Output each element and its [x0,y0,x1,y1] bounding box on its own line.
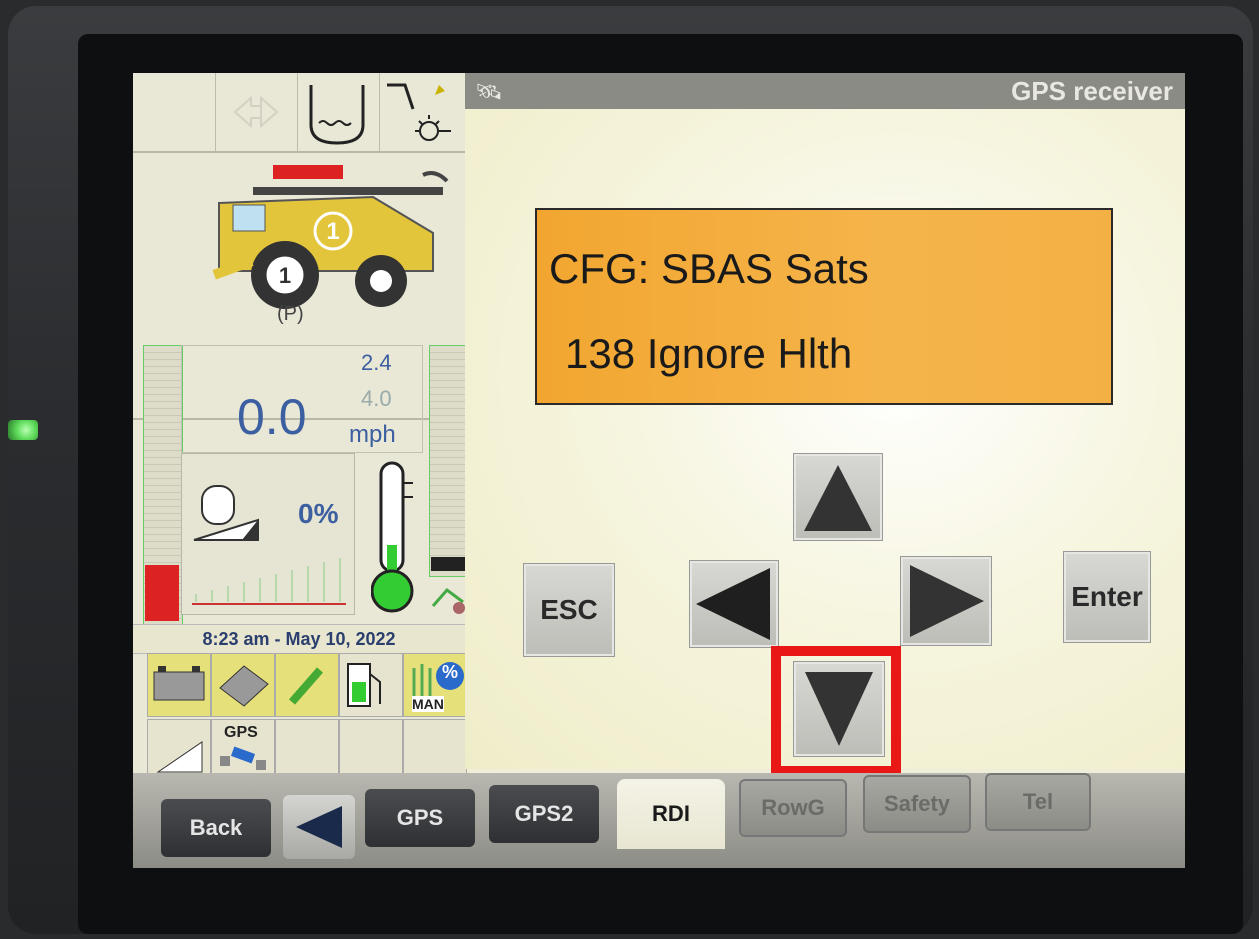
unload-light-icon[interactable] [379,73,461,151]
triangle-left-icon [296,806,342,848]
highlight-box [771,646,901,776]
tab-gps2-label: GPS2 [514,801,574,826]
thermometer-icon[interactable] [370,461,421,626]
screen: 1 1 (P) 0.0 2.4 4.0 mph 0% 8:23 am - May… [133,73,1185,868]
display-line-2: 138 Ignore Hlth [565,330,853,377]
arrow-right-icon [910,565,984,637]
yield-monitor-icon[interactable] [211,653,275,717]
engine-load-percent: 0% [298,498,339,529]
tab-gps[interactable]: GPS [365,789,475,847]
header-number: 1 [278,263,292,288]
battery-icon[interactable] [147,653,211,717]
fuel-level-icon [145,565,179,621]
esc-button[interactable]: ESC [523,563,615,657]
top-icon-row [133,73,465,153]
speed-unit: mph [349,421,396,448]
back-label: Back [189,815,243,840]
satellite-icon: 🛰 [475,79,503,104]
tab-gps-label: GPS [396,805,444,830]
speed-secondary: 4.0 [361,386,392,411]
power-led [8,420,38,440]
tab-tel-label: Tel [1022,789,1054,814]
esc-label: ESC [540,594,598,625]
crop-settings-icon[interactable]: % MAN [403,653,467,717]
right-arrow-button[interactable] [900,556,992,646]
blank-tile [133,73,216,151]
arrow-left-icon [696,568,770,640]
tab-rdi-label: RDI [652,801,690,826]
left-panel: 1 1 (P) 0.0 2.4 4.0 mph 0% 8:23 am - May… [133,73,469,783]
tab-bar: Back GPS GPS2 RDI RowG Safety Tel [133,773,1185,868]
tab-safety-label: Safety [883,791,951,816]
hydraulics-icon [429,578,469,618]
fuel-pump-icon[interactable] [339,653,403,717]
panel-title: GPS receiver [1011,76,1173,106]
park-indicator: (P) [277,303,304,325]
tab-gps2[interactable]: GPS2 [489,785,599,843]
date-time: 8:23 am - May 10, 2022 [133,624,465,654]
enter-label: Enter [1071,581,1143,612]
gps-label: GPS [224,724,258,741]
display-line-1: CFG: SBAS Sats [549,245,869,292]
up-arrow-button[interactable] [793,453,883,541]
back-button[interactable]: Back [161,799,271,857]
tab-safety[interactable]: Safety [863,775,971,833]
config-display: CFG: SBAS Sats 138 Ignore Hlth [535,208,1113,405]
enter-button[interactable]: Enter [1063,551,1151,643]
tab-tel[interactable]: Tel [985,773,1091,831]
engine-icon [201,485,235,525]
right-level-bar [429,345,469,577]
svg-text:1: 1 [326,218,339,245]
engine-load-box[interactable] [181,453,355,615]
tab-rdi[interactable]: RDI [617,779,725,849]
left-arrow-button[interactable] [689,560,779,648]
speed-target: 2.4 [361,350,392,375]
tab-rowg[interactable]: RowG [739,779,847,837]
man-label: MAN [412,696,444,712]
direction-arrows-icon[interactable] [215,73,298,151]
panel-header: 🛰 GPS receiver [465,73,1185,109]
tab-rowg-label: RowG [761,795,825,820]
arrow-up-icon [804,465,872,531]
grain-moisture-icon[interactable] [275,653,339,717]
right-bar-marker [431,557,467,571]
ground-speed: 0.0 [237,389,307,445]
scroll-left-button[interactable] [283,795,355,859]
grain-tank-icon[interactable] [297,73,380,151]
percent-label: % [442,662,459,682]
status-icon-row: % MAN [147,653,467,717]
